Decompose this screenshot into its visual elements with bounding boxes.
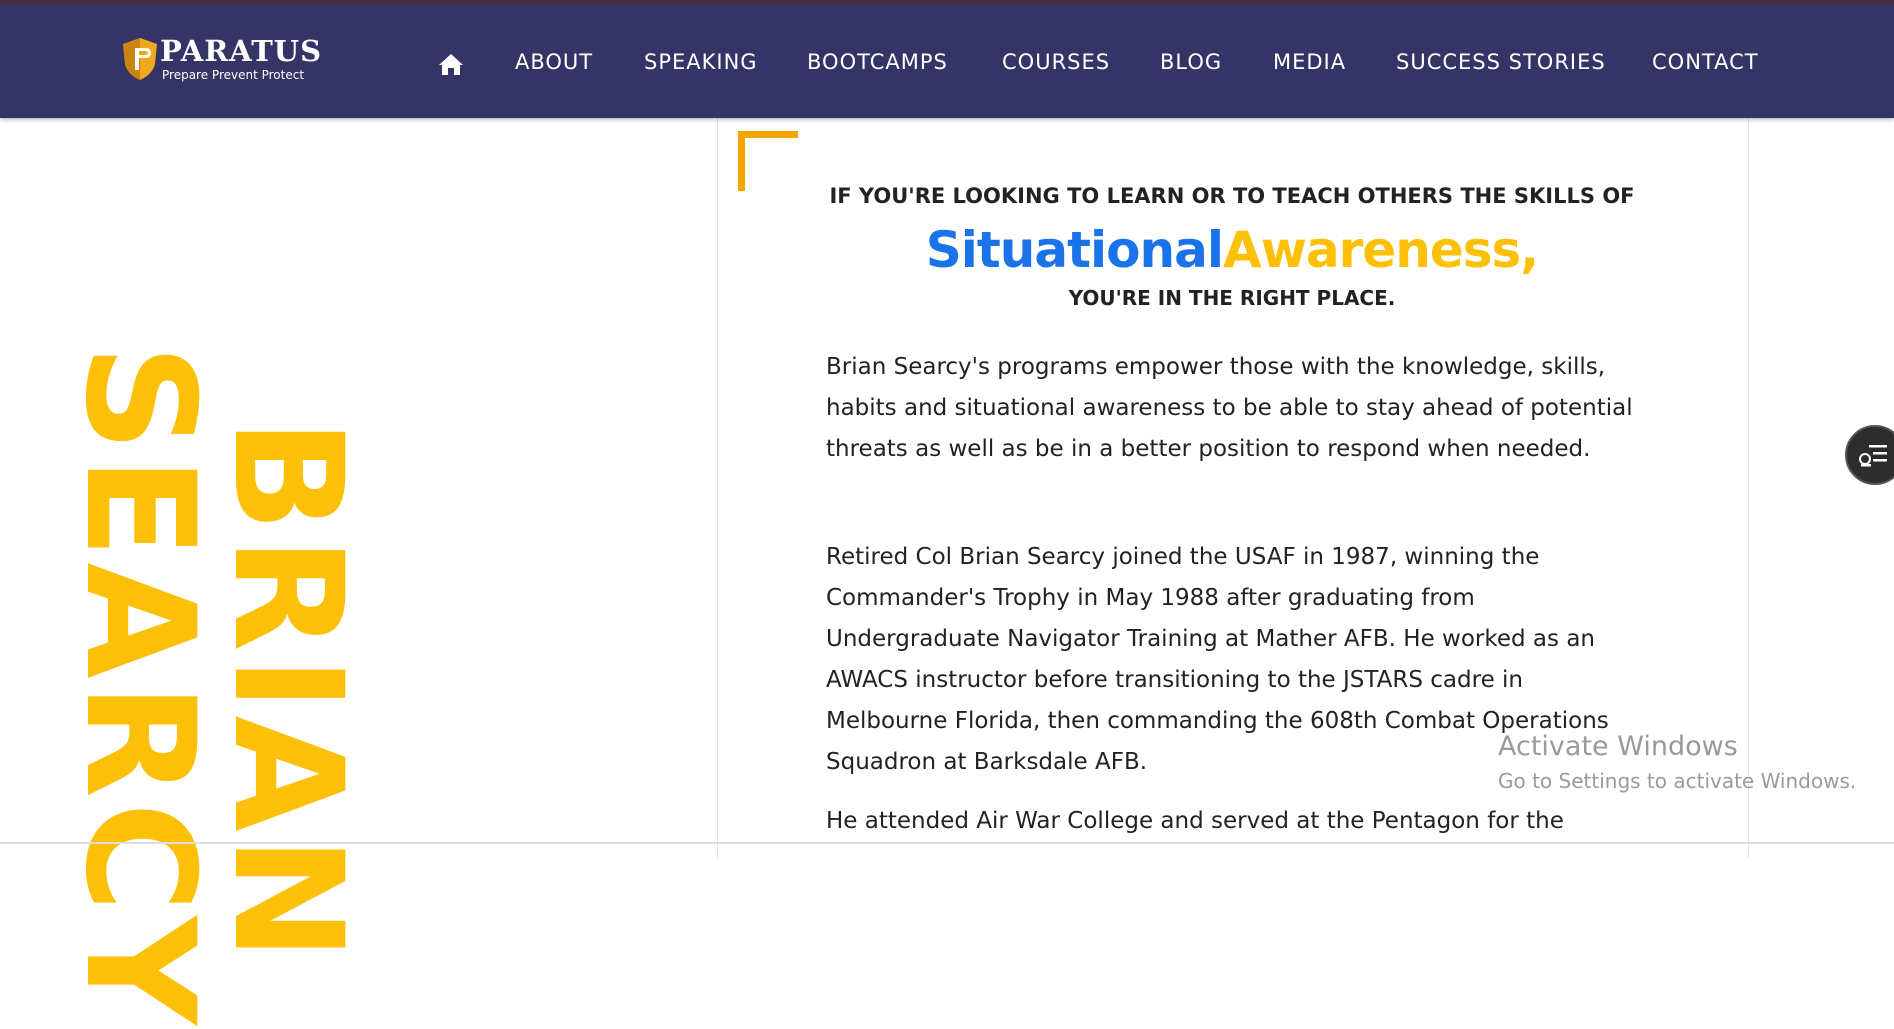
nav-speaking[interactable]: SPEAKING (644, 50, 758, 74)
corner-accent (738, 131, 798, 191)
main-nav: ABOUT SPEAKING BOOTCAMPS COURSES BLOG ME… (0, 4, 1894, 118)
hero-last-name: SEARCY (52, 344, 226, 1029)
home-icon[interactable] (438, 52, 464, 76)
nav-courses[interactable]: COURSES (1002, 50, 1110, 74)
nav-contact[interactable]: CONTACT (1652, 50, 1759, 74)
nav-success-stories[interactable]: SUCCESS STORIES (1396, 50, 1606, 74)
headline: SituationalAwareness, (717, 220, 1747, 280)
body-paragraph-3: He attended Air War College and served a… (826, 808, 1564, 834)
intro-line: IF YOU'RE LOOKING TO LEARN OR TO TEACH O… (829, 184, 1635, 208)
headline-awareness: Awareness, (1223, 221, 1539, 279)
accessibility-menu-icon (1859, 445, 1887, 467)
nav-bootcamps[interactable]: BOOTCAMPS (807, 50, 948, 74)
nav-blog[interactable]: BLOG (1160, 50, 1222, 74)
accessibility-widget-button[interactable] (1845, 425, 1894, 485)
nav-about[interactable]: ABOUT (515, 50, 593, 74)
body-paragraph-1: Brian Searcy's programs empower those wi… (826, 354, 1633, 462)
hero-first-name: BRIAN (200, 418, 374, 966)
watermark-title: Activate Windows (1498, 731, 1738, 762)
intro-right-place: YOU'RE IN THE RIGHT PLACE. (1068, 286, 1396, 310)
watermark-subtitle: Go to Settings to activate Windows. (1498, 769, 1857, 793)
nav-media[interactable]: MEDIA (1273, 50, 1346, 74)
windows-activation-watermark: Activate Windows Go to Settings to activ… (1498, 730, 1856, 796)
site-header: PARATUS Prepare Prevent Protect ABOUT SP… (0, 4, 1894, 118)
headline-situational: Situational (925, 221, 1224, 279)
